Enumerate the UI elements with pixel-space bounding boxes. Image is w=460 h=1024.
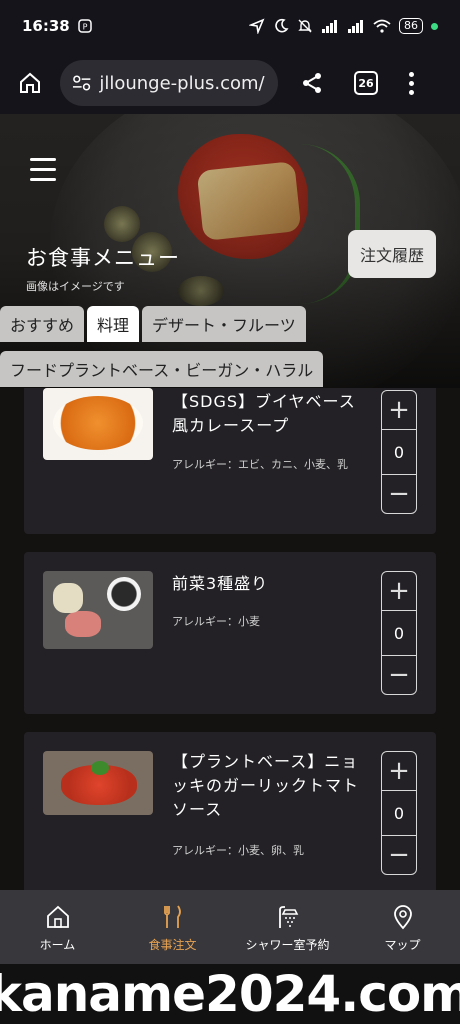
quantity-value: 0: [382, 429, 416, 475]
app-notification-icon: P: [78, 19, 92, 33]
nav-map[interactable]: マップ: [345, 890, 460, 966]
decrement-button[interactable]: −: [382, 656, 416, 694]
quantity-stepper: + 0 −: [381, 751, 417, 875]
decrement-button[interactable]: −: [382, 475, 416, 513]
signal-icon: [322, 20, 337, 33]
bottom-navigation: ホーム 食事注文 シャワー室予約 マップ: [0, 890, 460, 966]
increment-button[interactable]: +: [382, 752, 416, 790]
hamburger-menu-button[interactable]: [30, 158, 56, 181]
menu-item-allergy: アレルギー：エビ、カニ、小麦、乳: [172, 458, 348, 471]
shower-icon: [278, 905, 298, 928]
menu-item-image: [43, 751, 153, 815]
category-tabs-row2: フードプラントベース・ビーガン・ハラル: [0, 351, 324, 387]
hamburger-line: [30, 178, 56, 181]
hero-banner: お食事メニュー 画像はイメージです 注文履歴 おすすめ 料理 デザート・フルーツ…: [0, 114, 460, 388]
image-note: 画像はイメージです: [26, 280, 125, 293]
nav-map-label: マップ: [384, 937, 421, 952]
menu-item-name: 【プラントベース】ニョッキのガーリックトマトソース: [172, 752, 360, 819]
menu-dot-icon: [408, 80, 414, 86]
nav-shower-booking[interactable]: シャワー室予約: [230, 890, 345, 966]
menu-dot-icon: [408, 89, 414, 95]
nav-home[interactable]: ホーム: [0, 890, 115, 966]
svg-text:P: P: [82, 23, 87, 32]
nav-food-order[interactable]: 食事注文: [115, 890, 230, 966]
menu-item-image: [43, 571, 153, 649]
tab-plant-based[interactable]: フードプラントベース・ビーガン・ハラル: [0, 351, 324, 387]
dnd-moon-icon: [275, 18, 289, 33]
menu-list[interactable]: 【SDGS】ブイヤベース風カレースープ アレルギー：エビ、カニ、小麦、乳 + 0…: [0, 388, 460, 890]
url-text: jllounge-plus.com/r: [99, 72, 266, 94]
privacy-dot: [431, 22, 438, 30]
page-title: お食事メニュー: [26, 246, 180, 270]
ham-image: [65, 611, 101, 637]
home-icon: [46, 905, 69, 928]
menu-item-name: 前菜3種盛り: [172, 574, 269, 593]
increment-button[interactable]: +: [382, 391, 416, 429]
category-tabs: おすすめ 料理 デザート・フルーツ: [0, 306, 306, 342]
cutlery-icon: [163, 905, 181, 928]
menu-item-name: 【SDGS】ブイヤベース風カレースープ: [172, 392, 356, 435]
nav-home-label: ホーム: [39, 937, 76, 952]
url-bar[interactable]: jllounge-plus.com/r: [60, 60, 278, 106]
bell-off-icon: [298, 19, 312, 33]
soup-image: [53, 396, 143, 450]
signal-icon-2: [348, 20, 363, 33]
order-history-button[interactable]: 注文履歴: [348, 230, 436, 278]
quantity-stepper: + 0 −: [381, 571, 417, 695]
watermark-text: kaname2024.com: [0, 964, 460, 1024]
cheese-image: [53, 583, 83, 613]
nav-food-order-label: 食事注文: [148, 937, 197, 952]
status-bar: 16:38 P 86: [0, 0, 460, 52]
menu-item-allergy: アレルギー：小麦、卵、乳: [172, 844, 304, 857]
map-pin-icon: [393, 904, 412, 929]
menu-item-card: 【SDGS】ブイヤベース風カレースープ アレルギー：エビ、カニ、小麦、乳 + 0…: [24, 388, 436, 534]
menu-dot-icon: [408, 71, 414, 77]
menu-item-card: 【プラントベース】ニョッキのガーリックトマトソース アレルギー：小麦、卵、乳 +…: [24, 732, 436, 890]
battery-indicator: 86: [399, 18, 423, 34]
quantity-value: 0: [382, 610, 416, 656]
location-icon: [249, 18, 265, 34]
browser-toolbar: jllounge-plus.com/r 26: [0, 52, 460, 114]
tab-dishes[interactable]: 料理: [87, 306, 140, 342]
share-button[interactable]: [296, 67, 328, 99]
menu-item-image: [43, 388, 153, 460]
status-time: 16:38: [22, 17, 70, 35]
nav-shower-booking-label: シャワー室予約: [245, 937, 330, 952]
tab-switcher-button[interactable]: 26: [354, 71, 378, 95]
tab-dessert-fruit[interactable]: デザート・フルーツ: [142, 306, 306, 342]
cup-image: [107, 577, 141, 611]
hamburger-line: [30, 168, 56, 171]
tab-recommended[interactable]: おすすめ: [0, 306, 85, 342]
browser-menu-button[interactable]: [406, 71, 416, 95]
quantity-value: 0: [382, 790, 416, 836]
site-settings-icon: [72, 75, 91, 91]
wifi-icon: [373, 19, 391, 33]
hamburger-line: [30, 158, 56, 161]
home-icon: [20, 72, 40, 93]
quantity-stepper: + 0 −: [381, 390, 417, 514]
increment-button[interactable]: +: [382, 572, 416, 610]
browser-home-button[interactable]: [14, 67, 46, 99]
share-icon: [303, 73, 321, 93]
decrement-button[interactable]: −: [382, 836, 416, 874]
menu-item-card: 前菜3種盛り アレルギー：小麦 + 0 −: [24, 552, 436, 714]
menu-item-allergy: アレルギー：小麦: [172, 615, 260, 628]
basil-image: [91, 761, 109, 775]
